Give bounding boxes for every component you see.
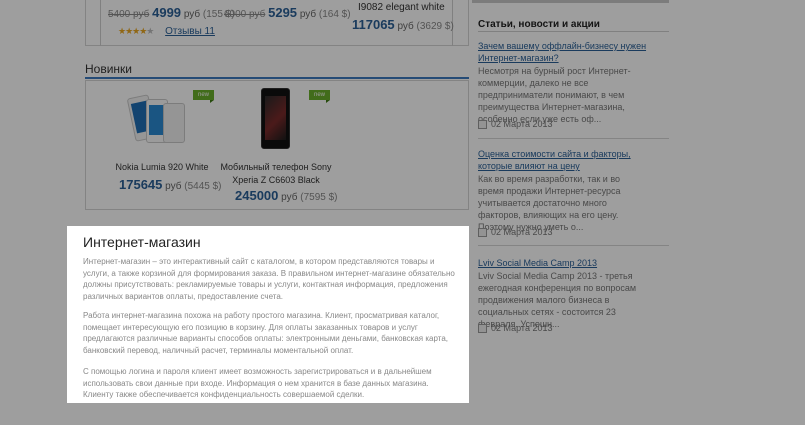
popup-title: Интернет-магазин xyxy=(83,234,201,250)
popup-paragraph: С помощью логина и пароля клиент имеет в… xyxy=(83,367,432,399)
popup-paragraph: Работа интернет-магазина похожа на работ… xyxy=(83,311,449,355)
info-popup: Интернет-магазин Интернет-магазин – это … xyxy=(67,226,469,403)
popup-paragraph: Интернет-магазин – это интерактивный сай… xyxy=(83,257,455,301)
